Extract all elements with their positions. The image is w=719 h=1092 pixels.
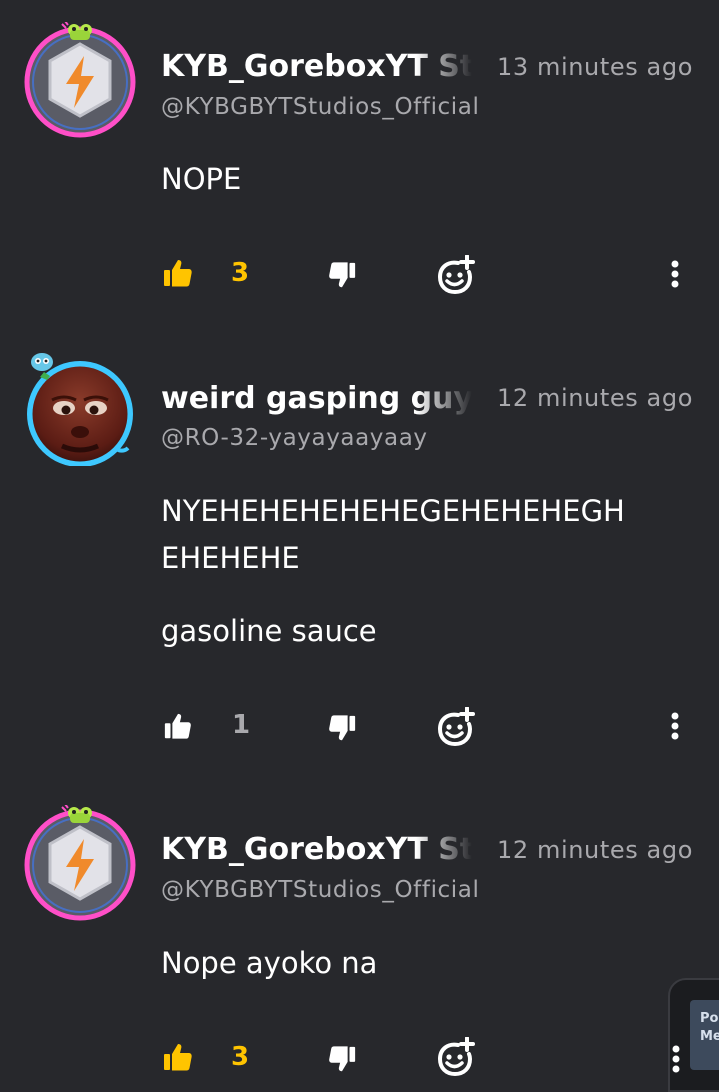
comment-author-handle[interactable]: @KYBGBYTStudios_Official [161,875,479,905]
more-vertical-icon [672,1045,680,1073]
like-count: 3 [231,1042,250,1072]
thumbs-down-icon [329,715,356,741]
thumbs-up-icon [164,260,192,287]
comment-author-name[interactable]: KYB_GoreboxYT Studios [161,49,472,85]
dislike-button[interactable] [326,258,358,292]
comment-author-handle[interactable]: @RO-32-yayayaayaay [161,423,428,453]
more-options-button[interactable] [668,1044,684,1074]
avatar-lightning-badge[interactable] [22,22,138,138]
more-options-button[interactable] [664,710,686,742]
comment-timestamp: 12 minutes ago [497,836,693,864]
comment-timestamp: 13 minutes ago [497,53,693,81]
emoji-add-icon [437,1037,475,1077]
comment-author-name[interactable]: weird gasping guy. [161,381,472,417]
like-count: 3 [231,258,250,288]
thumbs-down-icon [329,1046,356,1072]
like-button[interactable] [162,256,194,290]
comment-author-name[interactable]: KYB_GoreboxYT Studios [161,832,472,868]
popup-text-line-1: Pow [700,1011,719,1026]
floating-popup[interactable]: Pow Me [668,978,719,1092]
dislike-button[interactable] [326,1042,358,1076]
thumbs-up-icon [164,713,191,739]
emoji-add-icon [437,707,475,747]
comment-text-line-3: gasoline sauce [161,614,377,648]
emoji-add-icon [437,255,475,295]
more-vertical-icon [671,712,679,740]
thumbs-down-icon [329,262,356,288]
popup-card[interactable]: Pow Me [690,1000,719,1070]
more-options-button[interactable] [664,258,686,290]
add-reaction-button[interactable] [436,707,476,747]
avatar-face-photo[interactable] [22,350,138,466]
add-reaction-button[interactable] [436,1037,476,1077]
comment-text-line-1: NYEHEHEHEHEHEGEHEHEHEGH [161,494,625,528]
comment-author-handle[interactable]: @KYBGBYTStudios_Official [161,92,479,122]
like-button[interactable] [162,1040,194,1074]
like-button[interactable] [162,709,194,743]
comment-text: Nope ayoko na [161,946,378,980]
avatar-lightning-badge[interactable] [22,805,138,921]
more-vertical-icon [671,260,679,288]
comment-timestamp: 12 minutes ago [497,384,693,412]
popup-text-line-2: Me [700,1029,719,1044]
like-count: 1 [232,710,251,740]
thumbs-up-icon [164,1044,192,1071]
add-reaction-button[interactable] [436,255,476,295]
comment-text-line-2: EHEHEHE [161,541,300,575]
comment-text: NOPE [161,162,242,196]
dislike-button[interactable] [326,711,358,745]
